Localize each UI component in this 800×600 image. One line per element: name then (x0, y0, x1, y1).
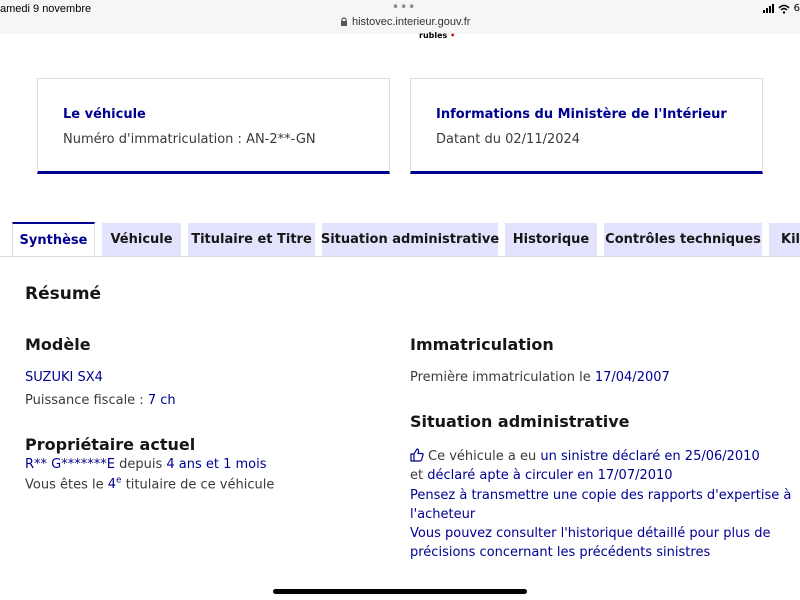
holder-rank: 4e (107, 476, 122, 493)
vehicle-card-title: Le véhicule (63, 107, 146, 122)
tab-kilometrage[interactable]: Kilo (769, 223, 800, 256)
ministry-card-title: Informations du Ministère de l'Intérieur (436, 107, 727, 122)
wifi-icon (778, 4, 790, 14)
history-line-1[interactable]: Vous pouvez consulter l'historique détai… (410, 526, 771, 541)
advice-line-2: l'acheteur (410, 507, 476, 522)
address-bar[interactable]: histovec.interieur.gouv.fr (340, 16, 470, 28)
claim-link[interactable]: un sinistre déclaré en 25/06/2010 (540, 449, 759, 464)
status-bar: amedi 9 novembre ••• histovec.interieur.… (0, 0, 800, 34)
home-indicator[interactable] (273, 589, 527, 594)
tab-situation[interactable]: Situation administrative (321, 223, 499, 256)
owner-duration: 4 ans et 1 mois (166, 457, 267, 472)
tab-titulaire[interactable]: Titulaire et Titre (188, 223, 315, 256)
model-name[interactable]: SUZUKI SX4 (25, 370, 103, 385)
first-registration: Première immatriculation le 17/04/2007 (410, 370, 670, 385)
thumbs-up-icon (410, 448, 424, 462)
more-dots-icon[interactable]: ••• (392, 0, 416, 14)
registration-number: Numéro d'immatriculation : AN-2**-GN (63, 132, 316, 147)
tab-controles[interactable]: Contrôles techniques (604, 223, 762, 256)
data-date: Datant du 02/11/2024 (436, 132, 581, 147)
tab-vehicule[interactable]: Véhicule (102, 223, 181, 256)
battery-text: 6 (793, 3, 800, 14)
owner-name: R** G*******E (25, 457, 115, 472)
status-date: amedi 9 novembre (0, 3, 92, 15)
fit-line: et déclaré apte à circuler en 17/07/2010 (410, 468, 673, 483)
first-registration-date: 17/04/2007 (594, 370, 670, 385)
admin-heading: Situation administrative (410, 412, 630, 431)
vehicle-card: Le véhicule Numéro d'immatriculation : A… (37, 78, 390, 174)
status-icons: 6 (762, 3, 800, 14)
header-remnant: rubles • (419, 31, 456, 40)
holder-rank-line: Vous êtes le 4e titulaire de ce véhicule (25, 476, 275, 493)
tab-bar: Synthèse Véhicule Titulaire et Titre Sit… (0, 222, 800, 257)
tab-historique[interactable]: Historique (505, 223, 597, 256)
fiscal-power-value: 7 ch (147, 393, 176, 408)
tab-synthese[interactable]: Synthèse (12, 222, 95, 257)
flag-icon: • (450, 31, 456, 40)
signal-icon (762, 4, 774, 13)
owner-line: R** G*******E depuis 4 ans et 1 mois (25, 457, 267, 472)
claim-line: Ce véhicule a eu un sinistre déclaré en … (410, 448, 760, 464)
history-line-2[interactable]: précisions concernant les précédents sin… (410, 545, 710, 560)
fiscal-power: Puissance fiscale : 7 ch (25, 393, 176, 408)
ministry-card: Informations du Ministère de l'Intérieur… (410, 78, 763, 174)
owner-heading: Propriétaire actuel (25, 435, 196, 454)
fit-link[interactable]: déclaré apte à circuler en 17/07/2010 (427, 468, 672, 483)
model-heading: Modèle (25, 335, 91, 354)
registration-heading: Immatriculation (410, 335, 554, 354)
lock-icon (341, 17, 347, 26)
summary-title: Résumé (25, 284, 102, 304)
url-text: histovec.interieur.gouv.fr (352, 16, 471, 28)
advice-line-1: Pensez à transmettre une copie des rappo… (410, 488, 792, 503)
